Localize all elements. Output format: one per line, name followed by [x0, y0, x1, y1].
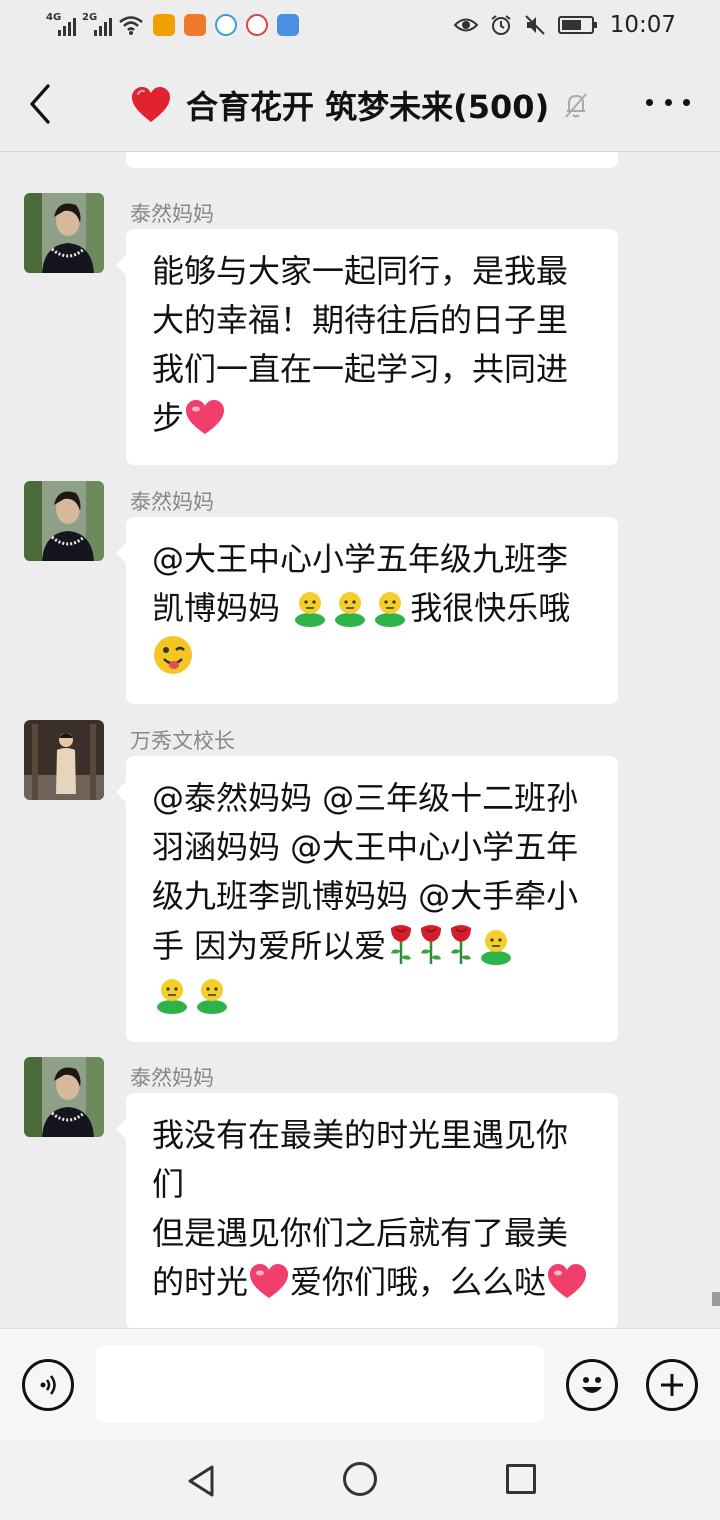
message-text: 步 — [152, 399, 185, 437]
plus-icon — [661, 1374, 683, 1396]
previous-message-bubble — [126, 152, 618, 168]
sender-name: 泰然妈妈 — [130, 202, 214, 226]
system-nav-bar — [0, 1440, 720, 1520]
chat-title: 合育花开 筑梦未来(500) — [186, 88, 550, 126]
person-emoji-icon — [192, 974, 232, 1014]
message-line: 但是遇见你们之后就有了最美 — [152, 1209, 596, 1258]
message-bubble[interactable]: @大王中心小学五年级九班李 凯博妈妈 我很快乐哦 — [116, 517, 618, 704]
sender-name: 泰然妈妈 — [130, 1066, 214, 1090]
heart-emoji-icon — [546, 1263, 588, 1301]
message-line: 级九班李凯博妈妈 @大手牵小 — [152, 872, 596, 921]
more-icon[interactable] — [646, 90, 690, 114]
nav-home-icon[interactable] — [343, 1462, 377, 1496]
message-text: 凯博妈妈 — [152, 589, 291, 627]
message-text: 我们一直在一起学习，共同进 — [152, 350, 569, 388]
sender-name: 泰然妈妈 — [130, 490, 214, 514]
person-emoji-icon — [370, 587, 410, 627]
message-text: 的时光 — [152, 1263, 249, 1301]
message-text: 大的幸福！期待往后的日子里 — [152, 301, 569, 339]
signal-2g-icon: 2G — [82, 12, 112, 36]
app-notification-icon — [153, 14, 175, 36]
app-notification-icon — [277, 14, 299, 36]
message-text: 级九班李凯博妈妈 @大手牵小 — [152, 877, 579, 915]
sender-name: 万秀文校长 — [130, 729, 235, 753]
message-line: 凯博妈妈 我很快乐哦 — [152, 584, 596, 633]
avatar-taoran[interactable] — [24, 1057, 104, 1137]
scroll-indicator[interactable] — [712, 1292, 720, 1306]
app-notification-icon — [184, 14, 206, 36]
nav-recent-icon[interactable] — [506, 1464, 536, 1494]
person-emoji-icon — [290, 587, 330, 627]
message-text: 羽涵妈妈 @大王中心小学五年 — [152, 828, 579, 866]
alarm-icon — [491, 15, 511, 35]
chat-header: 合育花开 筑梦未来(500) — [0, 56, 720, 152]
clock-time: 10:07 — [609, 12, 676, 38]
avatar-taoran[interactable] — [24, 193, 104, 273]
message-bubble[interactable]: @泰然妈妈 @三年级十二班孙 羽涵妈妈 @大王中心小学五年 级九班李凯博妈妈 @大手… — [116, 756, 618, 1042]
message-text: 爱你们哦，么么哒 — [290, 1263, 547, 1301]
message-input[interactable] — [96, 1345, 544, 1423]
message-line — [152, 971, 596, 1020]
message-line — [152, 633, 596, 682]
message-text: 我没有在最美的时光里遇见你 — [152, 1116, 569, 1154]
message-line: 我没有在最美的时光里遇见你 — [152, 1111, 596, 1160]
app-notification-icon — [246, 14, 268, 36]
message-line: 大的幸福！期待往后的日子里 — [152, 296, 596, 345]
message-line: 羽涵妈妈 @大王中心小学五年 — [152, 823, 596, 872]
app-notification-icon — [215, 14, 237, 36]
heart-emoji-icon — [184, 399, 226, 437]
mute-icon — [524, 15, 545, 35]
voice-input-icon[interactable] — [22, 1359, 74, 1411]
message-line: 我们一直在一起学习，共同进 — [152, 345, 596, 394]
status-right: 10:07 — [453, 12, 676, 38]
smiley-face-icon — [582, 1377, 602, 1393]
status-bar: 4G 2G 10:07 — [0, 0, 720, 56]
message-line: @大王中心小学五年级九班李 — [152, 535, 596, 584]
person-emoji-icon — [152, 974, 192, 1014]
rose-emoji-icon — [446, 921, 476, 965]
person-emoji-icon — [330, 587, 370, 627]
message-bubble[interactable]: 我没有在最美的时光里遇见你们但是遇见你们之后就有了最美 的时光 爱你们哦，么么哒 — [116, 1093, 618, 1328]
message-bubble[interactable]: 能够与大家一起同行，是我最 大的幸福！期待往后的日子里 我们一直在一起学习，共同进步 — [116, 229, 618, 465]
message-text: 我很快乐哦 — [410, 589, 571, 627]
message-text: 们 — [152, 1165, 185, 1203]
eye-icon — [453, 18, 478, 32]
avatar-principal[interactable] — [24, 720, 104, 800]
message-line: @泰然妈妈 @三年级十二班孙 — [152, 774, 596, 823]
battery-icon — [557, 16, 597, 34]
message-text: @泰然妈妈 @三年级十二班孙 — [152, 779, 579, 817]
input-bar — [0, 1328, 720, 1440]
add-icon[interactable] — [646, 1359, 698, 1411]
message-text: @大王中心小学五年级九班李 — [152, 540, 569, 578]
title-group[interactable]: 合育花开 筑梦未来(500) — [130, 82, 591, 128]
message-text: 能够与大家一起同行，是我最 — [152, 252, 569, 290]
message-line: 的时光 爱你们哦，么么哒 — [152, 1258, 596, 1307]
message-line: 们 — [152, 1160, 596, 1209]
nav-back-icon[interactable] — [186, 1464, 216, 1498]
message-line: 手 因为爱所以爱 — [152, 921, 596, 971]
voice-waves-icon — [40, 1375, 56, 1395]
wifi-icon — [119, 16, 143, 35]
signal-4g-icon: 4G — [46, 12, 76, 36]
rose-emoji-icon — [416, 921, 446, 965]
heart-emoji-icon — [132, 87, 170, 122]
message-line: 能够与大家一起同行，是我最 — [152, 247, 596, 296]
person-emoji-icon — [476, 925, 516, 965]
status-left: 4G 2G — [46, 12, 299, 36]
message-line: 步 — [152, 394, 596, 443]
wink-emoji-icon — [152, 634, 194, 676]
message-list[interactable]: 泰然妈妈 能够与大家一起同行，是我最 大的幸福！期待往后的日子里 我们一直在一起学习… — [0, 152, 720, 1328]
back-arrow-icon[interactable] — [18, 80, 62, 128]
avatar-taoran[interactable] — [24, 481, 104, 561]
heart-emoji-icon — [248, 1263, 290, 1301]
message-text: 手 因为爱所以爱 — [152, 927, 387, 965]
rose-emoji-icon — [386, 921, 416, 965]
bell-muted-icon — [565, 93, 587, 118]
emoji-icon[interactable] — [566, 1359, 618, 1411]
message-text: 但是遇见你们之后就有了最美 — [152, 1214, 569, 1252]
